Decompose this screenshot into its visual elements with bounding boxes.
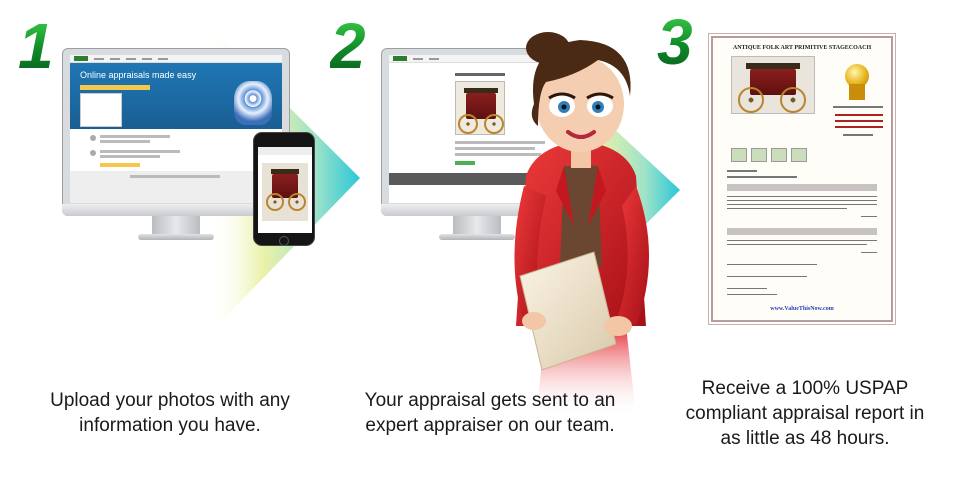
step-1-caption: Upload your photos with any information … xyxy=(15,388,325,438)
step-3-caption: Receive a 100% USPAP compliant appraisal… xyxy=(665,376,945,451)
caption-line: as little as 48 hours. xyxy=(720,428,890,449)
step-1-number: 1 xyxy=(18,10,54,82)
smartphone xyxy=(253,132,315,246)
caption-line: information you have. xyxy=(79,415,261,436)
hero-title: Online appraisals made easy xyxy=(80,70,197,80)
website-screen: Online appraisals made easy xyxy=(70,55,282,203)
assistant-illustration xyxy=(476,26,686,416)
phone-screen xyxy=(258,147,312,233)
caption-line: expert appraiser on our team. xyxy=(365,415,615,436)
caption-line: compliant appraisal report in xyxy=(685,403,925,424)
caption-line: Receive a 100% USPAP xyxy=(701,378,909,399)
site-hero: Online appraisals made easy xyxy=(70,63,282,129)
step-2-caption: Your appraisal gets sent to an expert ap… xyxy=(335,388,645,438)
report-title: ANTIQUE FOLK ART PRIMITIVE STAGECOACH xyxy=(732,45,872,51)
site-navbar xyxy=(70,55,282,63)
report-footer-link: www.ValueThisNow.com xyxy=(770,306,834,312)
vase-icon xyxy=(234,81,272,125)
caption-line: Upload your photos with any xyxy=(50,390,290,411)
caption-line: Your appraisal gets sent to an xyxy=(364,390,616,411)
stagecoach-icon xyxy=(262,163,308,221)
appraisal-report: ANTIQUE FOLK ART PRIMITIVE STAGECOACH ww… xyxy=(711,36,893,322)
stagecoach-icon xyxy=(731,56,815,114)
